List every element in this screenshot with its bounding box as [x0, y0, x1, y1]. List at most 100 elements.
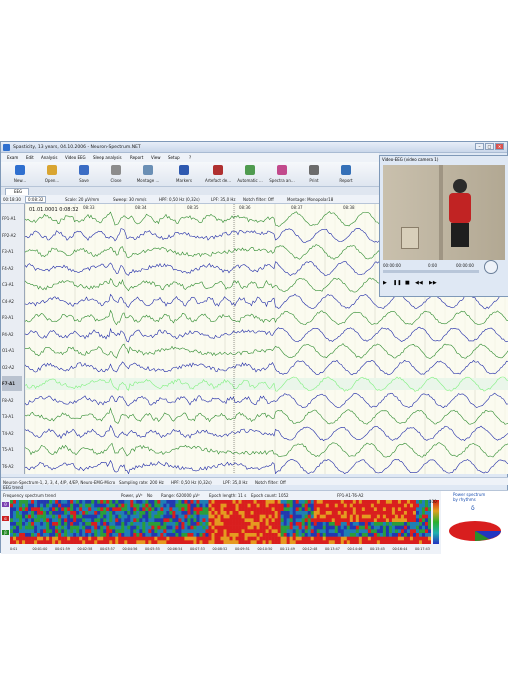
- menu-exam[interactable]: Exam: [7, 155, 18, 160]
- spectrogram-cell: [202, 529, 206, 534]
- trend-time-label: 00:16:44: [392, 547, 408, 551]
- spectrogram-cell: [274, 511, 278, 515]
- montage-select[interactable]: Montage: Monopolar18: [287, 197, 333, 202]
- menu-analysis[interactable]: Analysis: [41, 155, 57, 160]
- print-button[interactable]: Print: [299, 164, 329, 186]
- markers-button[interactable]: Markers: [169, 164, 199, 186]
- channel-label[interactable]: O2-A2: [2, 360, 22, 375]
- trend-no[interactable]: No: [147, 493, 152, 498]
- open-button[interactable]: Open...: [37, 164, 67, 186]
- play-icon[interactable]: ▶: [383, 280, 387, 286]
- spectrogram-cell: [46, 522, 50, 526]
- channel-label[interactable]: P4-A2: [2, 327, 22, 342]
- spectrogram-cell: [109, 518, 113, 523]
- spectrogram-cell: [187, 500, 191, 504]
- spectrogram-cell: [133, 514, 137, 519]
- automatic-button[interactable]: Automatic ...: [235, 164, 265, 186]
- channel-label[interactable]: F7-A1: [2, 376, 22, 391]
- spectrogram-cell: [298, 514, 302, 519]
- channel-label[interactable]: F3-A1: [2, 244, 22, 259]
- spectrogram-cell: [79, 507, 83, 512]
- channel-label[interactable]: T5-A1: [2, 442, 22, 457]
- menu-view[interactable]: View: [151, 155, 161, 160]
- channel-label[interactable]: O1-A1: [2, 343, 22, 358]
- spectrogram-cell: [232, 525, 236, 530]
- spectrogram-cell: [235, 529, 239, 534]
- spectrogram-cell: [130, 525, 134, 530]
- spectrogram-cell: [379, 518, 384, 523]
- spectrogram-cell: [286, 500, 290, 504]
- spectrogram-cell: [292, 503, 296, 508]
- spectrogram-cell: [337, 525, 342, 530]
- spectrogram-cell: [412, 533, 417, 537]
- menu-edit[interactable]: Edit: [26, 155, 34, 160]
- spectrogram-cell: [277, 503, 281, 508]
- spectrogram-cell: [253, 540, 257, 544]
- channel-label[interactable]: T4-A2: [2, 426, 22, 441]
- artefact-button[interactable]: Artefact de...: [203, 164, 233, 186]
- spectrogram-cell: [355, 514, 360, 519]
- spectrogram-cell: [361, 511, 366, 515]
- pause-icon[interactable]: ❚❚: [393, 280, 401, 286]
- sweep-select[interactable]: Sweep: 30 mm/s: [113, 197, 146, 202]
- menu-help[interactable]: ?: [189, 155, 191, 160]
- channel-label[interactable]: T3-A1: [2, 409, 22, 424]
- hpf-select[interactable]: HPF: 0,50 Hz (0,32s): [159, 197, 200, 202]
- channel-label[interactable]: F8-A2: [2, 393, 22, 408]
- spectrogram-cell: [406, 525, 411, 530]
- spectrogram-cell: [244, 518, 248, 523]
- menu-sleep-analysis[interactable]: Sleep analysis: [93, 155, 122, 160]
- report-button[interactable]: Report: [331, 164, 361, 186]
- spectrogram-cell: [91, 518, 95, 523]
- spectrogram-cell: [313, 507, 318, 512]
- spectrogram-cell: [280, 540, 284, 544]
- trend-channel[interactable]: FP1-A1-T6-A2: [337, 493, 364, 498]
- maximize-button[interactable]: □: [485, 143, 494, 150]
- close-button[interactable]: Close: [101, 164, 131, 186]
- spectrogram-cell: [175, 529, 179, 534]
- menu-setup[interactable]: Setup: [168, 155, 180, 160]
- rewind-icon[interactable]: ◀◀: [415, 280, 423, 286]
- tab-eeg[interactable]: EEG: [5, 188, 29, 195]
- new-button[interactable]: New...: [5, 164, 35, 186]
- spectrogram-cell: [13, 518, 17, 523]
- save-button[interactable]: Save: [69, 164, 99, 186]
- channel-label[interactable]: C3-A1: [2, 277, 22, 292]
- spectrogram-cell: [253, 518, 257, 523]
- video-seek-bar[interactable]: [383, 270, 479, 273]
- spectrogram-cell: [325, 522, 330, 526]
- spectrogram-cell: [46, 518, 50, 523]
- ptz-dial-icon[interactable]: [484, 260, 498, 274]
- channel-label[interactable]: FP1-A1: [2, 211, 22, 226]
- channel-label[interactable]: C4-A2: [2, 294, 22, 309]
- montage-button[interactable]: Montage ...: [133, 164, 163, 186]
- spectra-button[interactable]: Spectra an...: [267, 164, 297, 186]
- lpf-select[interactable]: LPF: 35,0 Hz: [211, 197, 236, 202]
- spectrogram-cell: [298, 525, 302, 530]
- forward-icon[interactable]: ▶▶: [429, 280, 437, 286]
- channel-label[interactable]: T6-A2: [2, 459, 22, 474]
- notch-select[interactable]: Notch filter: Off: [243, 197, 274, 202]
- channel-label[interactable]: F4-A2: [2, 261, 22, 276]
- menu-video-eeg[interactable]: Video EEG: [65, 155, 86, 160]
- menu-bar: Exam Edit Analysis Video EEG Sleep analy…: [1, 153, 379, 162]
- channel-label[interactable]: P3-A1: [2, 310, 22, 325]
- spectrogram[interactable]: [10, 500, 431, 544]
- channel-label[interactable]: FP2-A2: [2, 228, 22, 243]
- epoch-length[interactable]: Epoch length: 11 s: [209, 493, 246, 498]
- position-field[interactable]: 0:08:32: [25, 196, 47, 203]
- trend-range[interactable]: Range: 620000 µV²: [161, 493, 200, 498]
- spectrogram-cell: [295, 525, 299, 530]
- spectrogram-cell: [67, 533, 71, 537]
- spectrogram-cell: [61, 540, 65, 544]
- spectrogram-cell: [394, 500, 399, 504]
- spectrogram-cell: [244, 500, 248, 504]
- stop-icon[interactable]: ■: [405, 280, 410, 286]
- scale-select[interactable]: Scale: 20 µV/mm: [65, 197, 99, 202]
- close-window-button[interactable]: ✕: [495, 143, 504, 150]
- trend-power[interactable]: Power, μV²: [121, 493, 143, 498]
- menu-report[interactable]: Report: [130, 155, 143, 160]
- spectrogram-cell: [238, 507, 242, 512]
- minimize-button[interactable]: –: [475, 143, 484, 150]
- video-time-end: 00:00:00: [456, 263, 474, 268]
